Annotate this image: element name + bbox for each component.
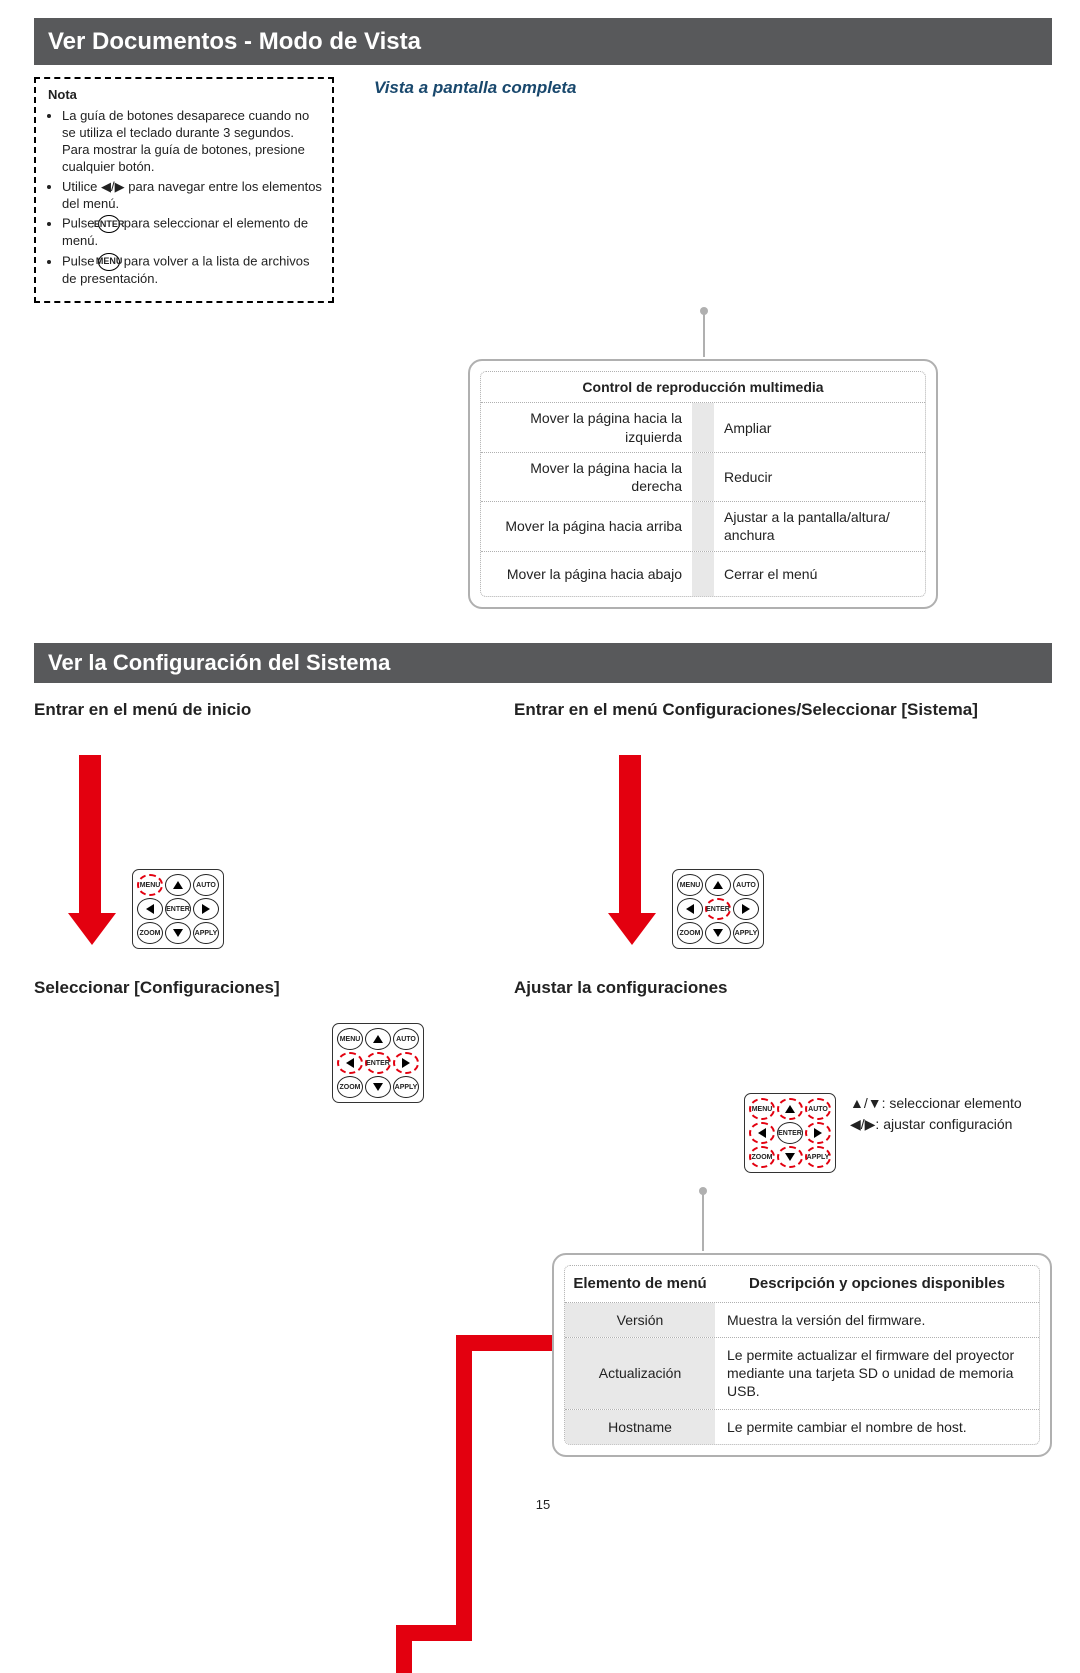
remote-diagram: MENU AUTO ENTER ZOOM APPLY — [132, 869, 224, 949]
table-cell: Muestra la versión del firmware. — [715, 1303, 1039, 1337]
left-right-arrow-icon: ◀/▶ — [101, 179, 125, 194]
table-cell: Mover la página hacia la izquierda — [481, 403, 692, 451]
legend-text: ▲/▼: seleccionar elemento ◀/▶: ajustar c… — [850, 1093, 1022, 1135]
table-cell: Le permite cambiar el nombre de host. — [715, 1410, 1039, 1444]
note-bullet: La guía de botones desaparece cuando no … — [62, 108, 322, 176]
enter-button-icon: ENTER — [98, 215, 120, 233]
table-row: Mover la página hacia abajo Cerrar el men… — [481, 552, 925, 596]
divider — [692, 403, 714, 451]
note-bullet: Pulse ENTER para seleccionar el elemento… — [62, 215, 322, 250]
legend-line: ▲/▼: seleccionar elemento — [850, 1093, 1022, 1114]
table-row: Mover la página hacia la derecha Reducir — [481, 453, 925, 502]
fullscreen-subheading: Vista a pantalla completa — [374, 77, 1052, 99]
table-cell: Cerrar el menú — [714, 552, 925, 596]
table-cell: Mover la página hacia arriba — [481, 502, 692, 550]
table-cell: Ajustar a la pantalla/altura/ anchura — [714, 502, 925, 550]
table-cell: Ampliar — [714, 403, 925, 451]
table-cell: Mover la página hacia abajo — [481, 552, 692, 596]
step-label: Ajustar la configuraciones — [514, 977, 1052, 999]
divider — [692, 502, 714, 550]
table-cell: Reducir — [714, 453, 925, 501]
note-title: Nota — [48, 87, 322, 104]
playback-control-table: Control de reproducción multimedia Mover… — [468, 359, 938, 608]
leader-line — [702, 1193, 704, 1251]
remote-diagram: MENU AUTO ENTER ZOOM APPLY — [332, 1023, 424, 1103]
table-title: Control de reproducción multimedia — [481, 372, 925, 403]
settings-table: Elemento de menú Descripción y opciones … — [552, 1253, 1052, 1456]
menu-button-icon: MENU — [98, 253, 120, 271]
table-header: Descripción y opciones disponibles — [715, 1266, 1039, 1302]
step-label: Entrar en el menú Configuraciones/Selecc… — [514, 699, 1052, 721]
table-row: VersiónMuestra la versión del firmware. — [565, 1303, 1039, 1338]
note-text: Pulse — [62, 216, 98, 231]
note-text: Utilice — [62, 179, 101, 194]
divider — [692, 453, 714, 501]
note-bullet: Pulse MENU para volver a la lista de arc… — [62, 253, 322, 288]
table-row: Mover la página hacia la izquierda Amplia… — [481, 403, 925, 452]
table-cell: Actualización — [565, 1338, 715, 1409]
section-heading: Ver Documentos - Modo de Vista — [34, 18, 1052, 65]
table-row: ActualizaciónLe permite actualizar el fi… — [565, 1338, 1039, 1410]
note-text: Pulse — [62, 254, 98, 269]
table-header: Elemento de menú — [565, 1266, 715, 1302]
table-cell: Mover la página hacia la derecha — [481, 453, 692, 501]
remote-diagram: MENU AUTO ENTER ZOOM APPLY — [672, 869, 764, 949]
arrow-down-icon — [68, 755, 112, 945]
remote-diagram: MENU AUTO ENTER ZOOM APPLY — [744, 1093, 836, 1173]
page-number: 15 — [34, 1497, 1052, 1514]
arrow-down-icon — [608, 755, 652, 945]
table-cell: Versión — [565, 1303, 715, 1337]
table-cell: Hostname — [565, 1410, 715, 1444]
divider — [692, 552, 714, 596]
leader-line — [703, 313, 705, 357]
step-label: Seleccionar [Configuraciones] — [34, 977, 484, 999]
table-row: Mover la página hacia arriba Ajustar a la… — [481, 502, 925, 551]
table-row: HostnameLe permite cambiar el nombre de … — [565, 1410, 1039, 1444]
legend-line: ◀/▶: ajustar configuración — [850, 1114, 1022, 1135]
note-box: Nota La guía de botones desaparece cuand… — [34, 77, 334, 303]
section-heading: Ver la Configuración del Sistema — [34, 643, 1052, 684]
step-label: Entrar en el menú de inicio — [34, 699, 484, 721]
note-bullet: Utilice ◀/▶ para navegar entre los eleme… — [62, 179, 322, 213]
table-cell: Le permite actualizar el firmware del pr… — [715, 1338, 1039, 1409]
